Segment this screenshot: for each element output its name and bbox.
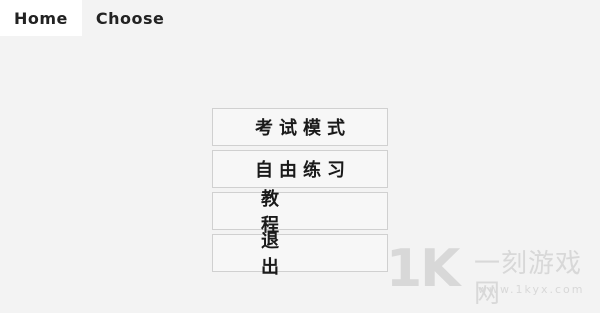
menu-bar: Home Choose xyxy=(0,0,178,36)
menu-home[interactable]: Home xyxy=(0,0,82,36)
free-practice-button[interactable]: 自由练习 xyxy=(212,150,388,188)
exam-mode-button[interactable]: 考试模式 xyxy=(212,108,388,146)
site-watermark: 1K 一刻游戏网 www.1kyx.com xyxy=(386,239,596,309)
main-menu: 考试模式 自由练习 教程 退出 xyxy=(212,108,388,278)
watermark-logo: 1K xyxy=(386,239,460,299)
exit-button[interactable]: 退出 xyxy=(212,231,388,278)
watermark-site-name: 一刻游戏网 xyxy=(474,249,583,309)
free-practice-label: 自由练习 xyxy=(255,160,351,181)
exam-mode-label: 考试模式 xyxy=(255,118,351,139)
exit-label: 退出 xyxy=(261,231,327,278)
menu-choose[interactable]: Choose xyxy=(82,0,179,36)
watermark-url: www.1kyx.com xyxy=(478,283,585,296)
tutorial-button[interactable]: 教程 xyxy=(212,189,388,236)
